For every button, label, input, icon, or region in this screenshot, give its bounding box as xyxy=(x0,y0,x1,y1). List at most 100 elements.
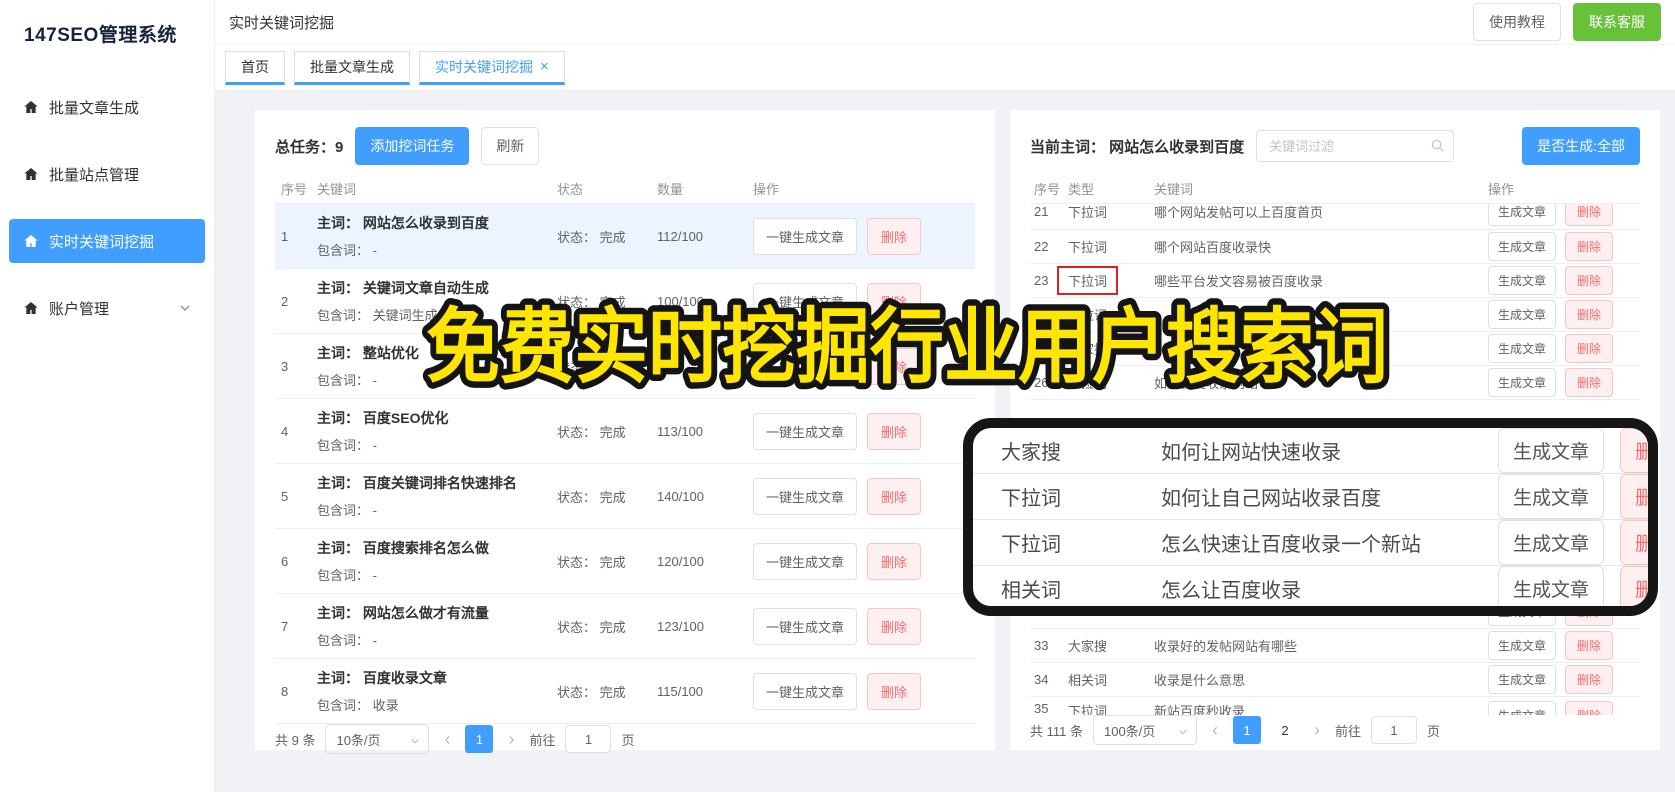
generate-article-button[interactable]: 生成文章 xyxy=(1488,631,1557,660)
keyword-type: 下拉词 xyxy=(1068,205,1108,220)
delete-button[interactable]: 删除 xyxy=(1565,334,1614,363)
task-table-body: 1 主词： 网站怎么收录到百度 包含词： - 状态： 完成 112/100 一键生成文章删… xyxy=(275,204,975,724)
goto-page-input[interactable] xyxy=(565,725,612,753)
generate-article-button[interactable]: 生成文章 xyxy=(1488,204,1557,226)
delete-button[interactable]: 删除 xyxy=(867,217,922,255)
delete-button[interactable]: 删除 xyxy=(1619,566,1648,606)
tab-home[interactable]: 首页 xyxy=(225,50,285,85)
delete-button[interactable]: 删除 xyxy=(1619,520,1648,565)
row-index: 22 xyxy=(1034,239,1049,254)
main-keyword: 主词： 网站怎么收录到百度 xyxy=(317,215,489,231)
delete-button[interactable]: 删除 xyxy=(867,672,922,710)
task-row[interactable]: 2 主词： 关键词文章自动生成 包含词： 关键词生成 状态： 完成 100/100 一键生… xyxy=(275,269,975,334)
generate-article-button[interactable]: 生成文章 xyxy=(1488,368,1557,397)
page-button-1[interactable]: 1 xyxy=(1232,716,1261,744)
page-size-select[interactable]: 10条/页 xyxy=(325,724,430,754)
generate-article-button[interactable]: 生成文章 xyxy=(1488,701,1557,715)
next-page-button[interactable]: › xyxy=(503,729,519,750)
generate-article-button[interactable]: 生成文章 xyxy=(1488,300,1557,329)
column-header: 序号 xyxy=(281,182,308,197)
task-row[interactable]: 1 主词： 网站怎么收录到百度 包含词： - 状态： 完成 112/100 一键生成文章删… xyxy=(275,204,975,269)
delete-button[interactable]: 删除 xyxy=(867,542,922,580)
keyword-type: 下拉词 xyxy=(1001,488,1061,510)
generate-article-button[interactable]: 一键生成文章 xyxy=(753,477,858,515)
delete-button[interactable]: 删除 xyxy=(1565,368,1614,397)
sidebar-item-batch-article[interactable]: 批量文章生成 xyxy=(9,85,205,129)
delete-button[interactable]: 删除 xyxy=(1565,232,1614,261)
chevron-down-icon xyxy=(1179,729,1187,735)
prev-page-button[interactable]: ‹ xyxy=(439,729,455,750)
row-status: 状态： 完成 xyxy=(557,229,626,245)
generate-article-button[interactable]: 生成文章 xyxy=(1488,266,1557,295)
keyword-row: 35 下拉词 新站百度秒收录 生成文章删除 xyxy=(1030,697,1640,715)
generate-article-button[interactable]: 一键生成文章 xyxy=(753,282,858,320)
page-button-2[interactable]: 2 xyxy=(1271,716,1299,744)
column-header: 数量 xyxy=(657,182,684,197)
generate-filter-button[interactable]: 是否生成:全部 xyxy=(1522,127,1640,165)
sidebar-item-account[interactable]: 账户管理 xyxy=(9,286,205,330)
keyword-filter-input[interactable] xyxy=(1256,130,1455,162)
delete-button[interactable]: 删除 xyxy=(867,607,922,645)
row-quantity: 112/100 xyxy=(657,228,704,244)
delete-button[interactable]: 删除 xyxy=(1565,665,1614,694)
task-row[interactable]: 5 主词： 百度关键词排名快速排名 包含词： - 状态： 完成 140/100 一键生成文… xyxy=(275,464,975,529)
tutorial-button[interactable]: 使用教程 xyxy=(1473,3,1561,41)
main-keyword: 主词： 整站优化 xyxy=(317,345,419,361)
generate-article-button[interactable]: 生成文章 xyxy=(1497,520,1604,565)
keyword-type: 大家搜 xyxy=(1001,442,1061,464)
tab-realtime-keyword[interactable]: 实时关键词挖掘 × xyxy=(419,50,565,85)
page-size-value: 10条/页 xyxy=(336,732,381,748)
keyword-row: 23 下拉词 哪些平台发文容易被百度收录 生成文章 删除 xyxy=(1030,264,1640,298)
task-row[interactable]: 3 主词： 整站优化 包含词： - 状态： 完成 一键生成文章 删除 xyxy=(275,334,975,399)
delete-button[interactable]: 删除 xyxy=(1619,428,1648,473)
chevron-down-icon xyxy=(411,738,420,744)
main-keyword: 主词： 网站怎么做才有流量 xyxy=(317,605,489,621)
delete-button[interactable]: 删除 xyxy=(1565,204,1614,226)
add-task-button[interactable]: 添加挖词任务 xyxy=(355,127,470,165)
sidebar-item-batch-site[interactable]: 批量站点管理 xyxy=(9,152,205,196)
goto-page-input[interactable] xyxy=(1371,716,1417,744)
page-size-select[interactable]: 100条/页 xyxy=(1092,715,1197,745)
sidebar-item-realtime-keyword[interactable]: 实时关键词挖掘 xyxy=(9,219,205,263)
generate-article-button[interactable]: 生成文章 xyxy=(1488,665,1557,694)
contact-support-button[interactable]: 联系客服 xyxy=(1573,3,1661,41)
keyword-row: 34 相关词 收录是什么意思 生成文章 删除 xyxy=(1030,663,1640,697)
current-main-keyword: 当前主词： 网站怎么收录到百度 xyxy=(1030,138,1245,156)
task-row[interactable]: 7 主词： 网站怎么做才有流量 包含词： - 状态： 完成 123/100 一键生成文章删… xyxy=(275,594,975,659)
tab-batch-article[interactable]: 批量文章生成 xyxy=(294,50,410,85)
generate-article-button[interactable]: 一键生成文章 xyxy=(753,607,858,645)
delete-button[interactable]: 删除 xyxy=(1619,474,1648,519)
generate-article-button[interactable]: 生成文章 xyxy=(1488,334,1557,363)
refresh-button[interactable]: 刷新 xyxy=(481,127,540,165)
keyword-row: 24 下拉词 生成文章 删除 xyxy=(1030,298,1640,332)
task-row[interactable]: 4 主词： 百度SEO优化 包含词： - 状态： 完成 113/100 一键生成文章 删除 xyxy=(275,399,975,464)
task-row[interactable]: 6 主词： 百度搜索排名怎么做 包含词： - 状态： 完成 120/100 一键生成文章删… xyxy=(275,529,975,594)
tab-close-icon[interactable]: × xyxy=(540,59,549,74)
delete-button[interactable]: 删除 xyxy=(867,347,922,385)
generate-article-button[interactable]: 生成文章 xyxy=(1497,566,1604,606)
delete-button[interactable]: 删除 xyxy=(1565,631,1614,660)
generate-article-button[interactable]: 一键生成文章 xyxy=(753,672,858,710)
keyword-type: 下拉词 xyxy=(1068,240,1108,255)
row-index: 1 xyxy=(281,228,289,244)
generate-article-button[interactable]: 一键生成文章 xyxy=(753,542,858,580)
delete-button[interactable]: 删除 xyxy=(867,477,922,515)
delete-button[interactable]: 删除 xyxy=(1565,266,1614,295)
row-status: 状态： 完成 xyxy=(557,424,626,440)
generate-article-button[interactable]: 生成文章 xyxy=(1497,428,1604,473)
page-button-1[interactable]: 1 xyxy=(465,725,494,753)
delete-button[interactable]: 删除 xyxy=(867,412,922,450)
generate-article-button[interactable]: 一键生成文章 xyxy=(753,412,858,450)
home-icon xyxy=(24,235,38,247)
delete-button[interactable]: 删除 xyxy=(1565,300,1614,329)
row-index: 4 xyxy=(281,423,289,439)
delete-button[interactable]: 删除 xyxy=(867,282,922,320)
task-row[interactable]: 8 主词： 百度收录文章 包含词： 收录 状态： 完成 115/100 一键生成文章 删除 xyxy=(275,659,975,724)
next-page-button[interactable]: › xyxy=(1309,720,1325,741)
generate-article-button[interactable]: 生成文章 xyxy=(1497,474,1604,519)
prev-page-button[interactable]: ‹ xyxy=(1207,720,1223,741)
generate-article-button[interactable]: 一键生成文章 xyxy=(753,347,858,385)
generate-article-button[interactable]: 一键生成文章 xyxy=(753,217,858,255)
delete-button[interactable]: 删除 xyxy=(1565,701,1614,715)
generate-article-button[interactable]: 生成文章 xyxy=(1488,232,1557,261)
